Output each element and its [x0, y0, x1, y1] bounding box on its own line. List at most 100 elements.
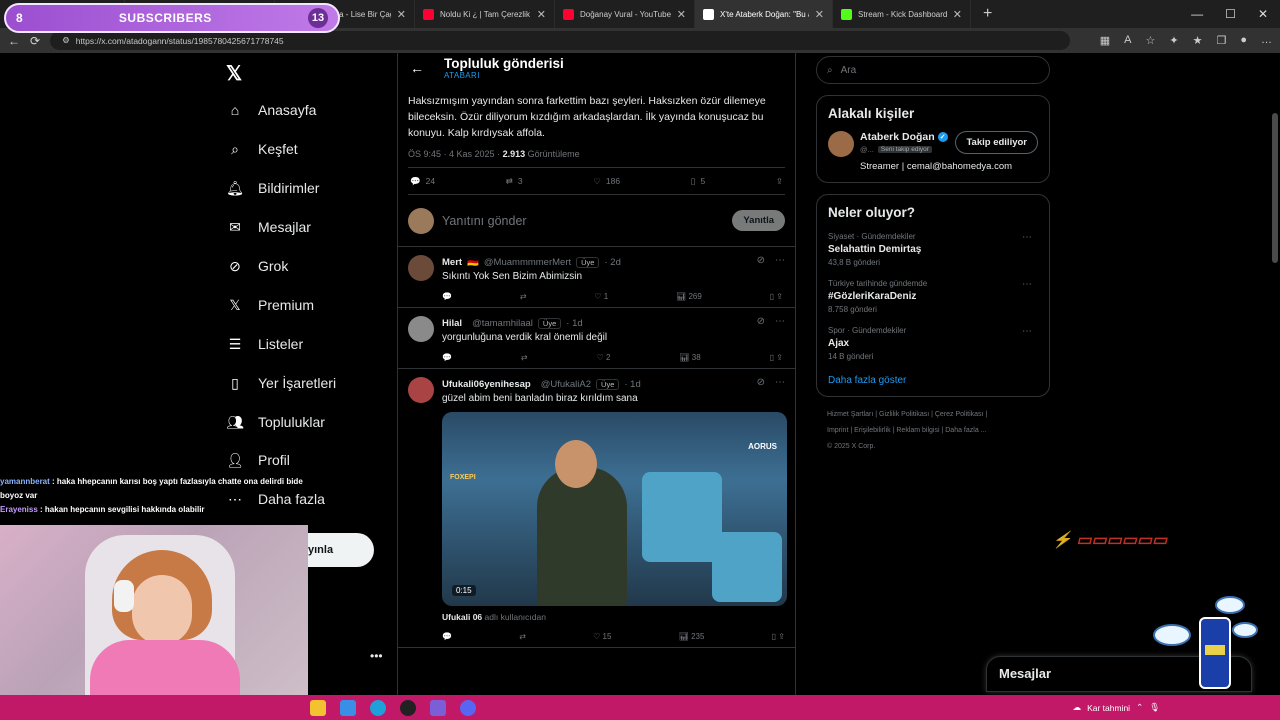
bookmark-icon[interactable]: ▯ ⇪: [770, 353, 783, 362]
more-icon[interactable]: ⋯: [775, 255, 785, 266]
x-logo-icon[interactable]: 𝕏: [226, 61, 242, 86]
reply-icon[interactable]: 💬: [442, 292, 452, 301]
favorites-bar-icon[interactable]: ★: [1193, 34, 1203, 47]
close-tab-icon[interactable]: ✕: [537, 8, 546, 21]
reply-action[interactable]: 💬 24: [410, 176, 435, 187]
more-icon[interactable]: ⋯: [775, 377, 785, 388]
browser-tab[interactable]: X'te Ataberk Doğan: "Bu arac... ✕: [695, 0, 833, 28]
reply-author[interactable]: Ufukali06yenihesap: [442, 379, 531, 390]
nav-item-search[interactable]: ⌕ Keşfet: [226, 140, 298, 158]
video-thumbnail[interactable]: AORUS FOXEPI 0:15: [442, 412, 787, 606]
reply-icon[interactable]: 💬: [442, 632, 452, 641]
menu-icon[interactable]: …: [1261, 34, 1272, 47]
views-action[interactable]: 📊︎ 235: [679, 632, 705, 641]
nav-item-profile[interactable]: 👤︎ Profil: [226, 451, 290, 469]
url-field[interactable]: ⚙ https://x.com/atadogann/status/1985780…: [50, 31, 1071, 50]
maximize-icon[interactable]: ☐: [1225, 7, 1236, 21]
show-more-link[interactable]: Daha fazla göster: [828, 375, 1038, 386]
more-icon[interactable]: ⋯: [1022, 326, 1032, 337]
views-action[interactable]: 📊︎ 38: [679, 353, 700, 362]
back-icon[interactable]: ←: [8, 34, 20, 48]
nav-item-x[interactable]: 𝕏 Premium: [226, 296, 314, 314]
attrib-name[interactable]: Ufukali 06: [442, 612, 482, 622]
nav-item-bell[interactable]: 🔔︎ Bildirimler: [226, 179, 319, 197]
reply-post[interactable]: Ufukali06yenihesap @UfukaliA2 Üye · 1d g…: [398, 369, 795, 648]
reply-submit-button[interactable]: Yanıtla: [732, 210, 785, 231]
bookmark-action[interactable]: ▯ 5: [691, 176, 705, 187]
favorite-icon[interactable]: ☆: [1146, 34, 1156, 47]
bookmark-icon[interactable]: ▯ ⇪: [770, 292, 783, 301]
close-tab-icon[interactable]: ✕: [397, 8, 406, 21]
trend-item[interactable]: Spor · Gündemdekiler Ajax 14 B gönderi ⋯: [828, 326, 1038, 361]
nav-item-grok[interactable]: ⊘ Grok: [226, 257, 288, 275]
back-arrow-icon[interactable]: ←: [410, 60, 424, 76]
obs-icon[interactable]: [400, 699, 416, 716]
community-name[interactable]: ATABARI: [444, 71, 564, 80]
like-action[interactable]: ♡ 186: [593, 176, 620, 187]
following-button[interactable]: Takip ediliyor: [955, 131, 1038, 154]
repost-icon[interactable]: ⇄: [521, 353, 528, 362]
repost-action[interactable]: ⇄ 3: [506, 176, 523, 187]
share-action[interactable]: ⇪: [776, 176, 783, 187]
trend-item[interactable]: Türkiye tarihinde gündemde #GözleriKaraD…: [828, 279, 1038, 314]
repost-icon[interactable]: ⇄: [519, 632, 526, 641]
avatar[interactable]: [408, 255, 434, 281]
repost-icon[interactable]: ⇄: [520, 292, 527, 301]
trend-item[interactable]: Siyaset · Gündemdekiler Selahattin Demir…: [828, 232, 1038, 267]
avatar[interactable]: [828, 131, 854, 157]
browser-tab[interactable]: Noldu Ki ¿ | Tam Çerezlik | #2... ✕: [415, 0, 555, 28]
scrollbar[interactable]: [1272, 113, 1278, 263]
edge-icon[interactable]: [370, 699, 386, 716]
reply-icon[interactable]: 💬: [442, 353, 452, 362]
browser-tab[interactable]: Stream - Kick Dashboard ✕: [833, 0, 971, 28]
search-input[interactable]: ⌕ Ara: [816, 56, 1050, 84]
footer-line[interactable]: Hizmet Şartları | Gizlilik Politikası | …: [827, 407, 1050, 423]
nav-item-mail[interactable]: ✉ Mesajlar: [226, 218, 311, 236]
reply-handle[interactable]: @MuammmmerMert: [484, 257, 571, 268]
minimize-icon[interactable]: —: [1191, 7, 1203, 21]
like-action[interactable]: ♡ 15: [593, 632, 611, 641]
nav-item-community[interactable]: 👥︎ Topluluklar: [226, 413, 325, 431]
close-tab-icon[interactable]: ✕: [677, 8, 686, 21]
reply-post[interactable]: Mert 🇩🇪 @MuammmmerMert Üye · 2d Sıkıntı …: [398, 247, 795, 308]
footer-line[interactable]: Imprint | Erişilebilirlik | Reklam bilgi…: [827, 423, 1050, 439]
post-button[interactable]: yınla: [306, 533, 374, 567]
person-name[interactable]: Ataberk Doğan: [860, 131, 935, 143]
profile-icon[interactable]: ●: [1240, 34, 1247, 47]
app-icon[interactable]: ▦: [1100, 34, 1110, 47]
bookmark-icon[interactable]: ▯ ⇪: [772, 632, 785, 641]
file-explorer-icon[interactable]: [310, 699, 326, 716]
app-icon[interactable]: [430, 699, 446, 716]
close-tab-icon[interactable]: ✕: [815, 8, 824, 21]
more-icon[interactable]: ⋯: [1022, 232, 1032, 243]
close-tab-icon[interactable]: ✕: [953, 8, 962, 21]
grok-icon[interactable]: ⊘: [757, 316, 765, 327]
reply-age[interactable]: · 1d: [624, 379, 640, 390]
account-more-icon[interactable]: •••: [370, 649, 383, 663]
grok-icon[interactable]: ⊘: [757, 255, 765, 266]
reply-author[interactable]: Mert: [442, 257, 462, 268]
browser-tab[interactable]: Doğanay Vural - YouTube ✕: [555, 0, 695, 28]
store-icon[interactable]: [340, 699, 356, 716]
reply-age[interactable]: · 2d: [604, 257, 620, 268]
collections-icon[interactable]: ❐: [1216, 34, 1226, 47]
chevron-up-icon[interactable]: ⌃: [1136, 702, 1143, 713]
new-tab-button[interactable]: +: [971, 5, 1004, 23]
nav-item-list[interactable]: ☰ Listeler: [226, 335, 303, 353]
reply-handle[interactable]: @tamamhilaal: [472, 318, 533, 329]
weather-widget[interactable]: ☁ Kar tahmini ⌃ 🎙: [1073, 702, 1160, 713]
avatar[interactable]: [408, 316, 434, 342]
reload-icon[interactable]: ⟳: [30, 34, 40, 48]
nav-item-home[interactable]: ⌂ Anasayfa: [226, 101, 317, 119]
more-icon[interactable]: ⋯: [1022, 279, 1032, 290]
grok-icon[interactable]: ⊘: [757, 377, 765, 388]
views-action[interactable]: 📊︎ 269: [676, 292, 702, 301]
discord-icon[interactable]: [460, 699, 476, 716]
reply-age[interactable]: · 1d: [566, 318, 582, 329]
extensions-icon[interactable]: ✦: [1169, 34, 1178, 47]
avatar[interactable]: [408, 377, 434, 403]
close-window-icon[interactable]: ✕: [1258, 7, 1268, 21]
like-action[interactable]: ♡ 2: [597, 353, 611, 362]
more-icon[interactable]: ⋯: [775, 316, 785, 327]
like-action[interactable]: ♡ 1: [594, 292, 608, 301]
